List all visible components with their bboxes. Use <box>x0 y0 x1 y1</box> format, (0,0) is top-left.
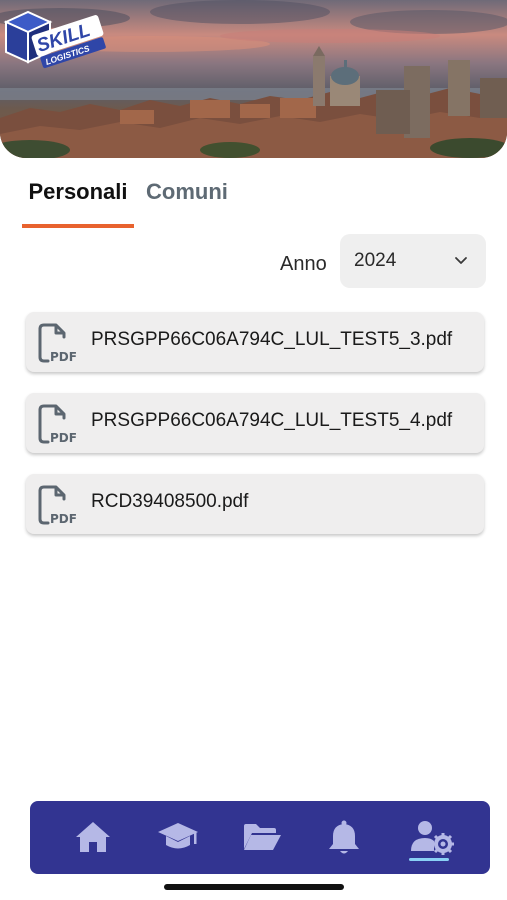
tab-bar: Personali Comuni <box>22 172 228 228</box>
year-select[interactable]: 2024 <box>340 234 486 288</box>
file-name: PRSGPP66C06A794C_LUL_TEST5_3.pdf <box>91 329 453 350</box>
folder-open-icon <box>244 824 281 850</box>
bell-icon <box>329 820 359 854</box>
chevron-down-icon <box>455 257 467 264</box>
nav-profile-settings[interactable] <box>408 819 454 859</box>
bottom-nav <box>30 801 490 874</box>
pdf-label: PDF <box>50 431 77 444</box>
file-item[interactable]: PDF PRSGPP66C06A794C_LUL_TEST5_3.pdf <box>26 312 484 372</box>
nav-home[interactable] <box>71 819 115 859</box>
home-indicator <box>164 884 344 890</box>
pdf-file-icon: PDF <box>38 485 77 525</box>
graduation-cap-icon <box>158 823 198 849</box>
nav-documents[interactable] <box>240 819 284 859</box>
skill-logistics-logo: SKILL LOGISTICS <box>3 10 106 69</box>
pdf-label: PDF <box>50 350 77 363</box>
header-banner: SKILL LOGISTICS <box>0 0 507 158</box>
pdf-file-icon: PDF <box>38 404 77 444</box>
nav-active-indicator <box>409 858 449 861</box>
year-select-value: 2024 <box>354 250 397 271</box>
nav-notifications[interactable] <box>322 819 366 859</box>
pdf-label: PDF <box>50 512 77 525</box>
file-name: PRSGPP66C06A794C_LUL_TEST5_4.pdf <box>91 410 453 431</box>
file-name: RCD39408500.pdf <box>91 491 249 512</box>
tab-personali[interactable]: Personali <box>22 172 134 228</box>
user-settings-icon <box>411 821 454 855</box>
file-item[interactable]: PDF RCD39408500.pdf <box>26 474 484 534</box>
file-list: PDF PRSGPP66C06A794C_LUL_TEST5_3.pdf PDF… <box>26 312 484 555</box>
nav-training[interactable] <box>156 819 200 859</box>
year-label: Anno <box>280 253 327 275</box>
file-item[interactable]: PDF PRSGPP66C06A794C_LUL_TEST5_4.pdf <box>26 393 484 453</box>
home-icon <box>76 822 110 852</box>
pdf-file-icon: PDF <box>38 323 77 363</box>
tab-comuni[interactable]: Comuni <box>134 172 228 228</box>
